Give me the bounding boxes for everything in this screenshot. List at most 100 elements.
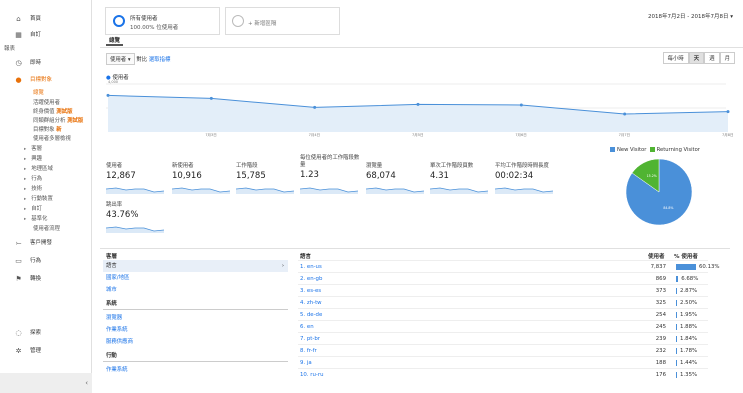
metric-sparkline (106, 187, 164, 194)
metric-5[interactable]: 單次工作階段頁數 4.31 (430, 163, 490, 181)
data-point (106, 93, 110, 97)
sidebar-sub-active-users[interactable]: 活躍使用者 (33, 99, 60, 107)
date-range-picker[interactable]: 2018年7月2日 - 2018年7月8日 ▾ (648, 12, 733, 20)
reports-heading: 報表 (4, 46, 16, 52)
dimension-mobile-os[interactable]: 作業系統 (103, 364, 288, 376)
sidebar-group-interests[interactable]: ▸ 興趣 (24, 155, 42, 164)
metric-sparkline (495, 187, 553, 194)
tab-overview[interactable]: 總覽 (106, 37, 124, 46)
sidebar-group-mobile[interactable]: ▸ 行動裝置 (24, 195, 53, 204)
x-tick-label: 7月8日 (722, 132, 733, 137)
pie-legend: New Visitor Returning Visitor (610, 147, 700, 153)
sidebar-item-discover[interactable]: ◌ 探索 (0, 326, 41, 340)
sidebar-sub-user-explorer[interactable]: 使用者多層檢視 (33, 135, 71, 143)
collapse-sidebar-button[interactable]: ‹ (0, 373, 92, 393)
beta-badge: 測試版 (67, 118, 84, 124)
system-header: 系統 (103, 298, 288, 310)
metric-label: 瀏覽量 (366, 163, 383, 169)
metric-1[interactable]: 新使用者 10,916 (172, 163, 232, 181)
legend-swatch (610, 147, 615, 152)
metric-value: 12,867 (106, 171, 136, 181)
dimension-os[interactable]: 作業系統 (103, 324, 288, 336)
data-point (313, 105, 317, 109)
hourly-button[interactable]: 每小時 (662, 52, 689, 64)
sidebar-item-conversions[interactable]: ⚑ 轉換 (0, 272, 41, 286)
table-row: 8. fr-fr 232 1.78% (298, 344, 708, 356)
sidebar-item-custom[interactable]: ▦ 自訂 (0, 28, 41, 42)
sidebar-group-behavior[interactable]: ▸ 行為 (24, 175, 42, 184)
table-row: 10. ru-ru 176 1.35% (298, 368, 708, 380)
metric-2[interactable]: 工作階段 15,785 (236, 163, 296, 181)
segment-all-users[interactable]: 所有使用者 100.00% 位使用者 (105, 7, 220, 35)
table-row: 1. en-us 7,837 60.13% (298, 260, 720, 272)
pie-slice-label: 15.2% (647, 174, 657, 178)
day-button[interactable]: 天 (688, 52, 705, 64)
sidebar-group-demographics[interactable]: ▸ 客層 (24, 145, 42, 154)
metric-sparkline (430, 187, 488, 194)
dimension-header: 客層 (106, 254, 118, 260)
dimension-browser[interactable]: 瀏覽器 (103, 312, 288, 324)
sidebar-group-custom[interactable]: ▸ 自訂 (24, 205, 42, 214)
sidebar-group-technology[interactable]: ▸ 技術 (24, 185, 42, 194)
users-line-chart: 4,0002,0007月3日7月4日7月5日7月6日7月7日7月8日 (106, 80, 733, 137)
select-metric-link[interactable]: 選取指標 (149, 57, 171, 63)
language-column-header: 語言 (300, 254, 312, 260)
metric-value: 4.31 (430, 171, 449, 181)
metric-6[interactable]: 平均工作階段時間長度 00:02:34 (495, 163, 555, 181)
data-point (209, 96, 213, 100)
sidebar-item-behavior[interactable]: ▭ 行為 (0, 254, 41, 268)
metric-0[interactable]: 使用者 12,867 (106, 163, 166, 181)
x-tick-label: 7月5日 (412, 132, 423, 137)
sidebar-item-home[interactable]: ⌂ 首頁 (0, 12, 41, 26)
metric-7[interactable]: 跳出率 43.76% (106, 202, 166, 220)
sidebar-item-acquisition[interactable]: ⤚ 客戶開發 (0, 236, 52, 250)
dimension-city[interactable]: 城市 (103, 284, 288, 296)
sidebar-item-realtime[interactable]: ◷ 即時 (0, 56, 41, 70)
sidebar-group-benchmarking[interactable]: ▸ 基準化 (24, 215, 47, 224)
pct-bar (676, 336, 677, 342)
metric-label: 每位使用者的工作階段數量 (300, 155, 360, 168)
caret-right-icon: ▸ (24, 147, 27, 152)
dimension-country[interactable]: 國家/地區 (103, 272, 288, 284)
caret-right-icon: ▸ (24, 167, 27, 172)
visitor-pie-chart: 84.8% 15.2% (625, 158, 693, 226)
metric-controls: 使用者 ▾ 對比 選取指標 (106, 53, 170, 65)
chevron-left-icon: ‹ (85, 379, 88, 387)
granularity-toggle: 每小時 天 週 月 (662, 52, 735, 64)
grid-icon: ▦ (15, 31, 22, 39)
metric-select[interactable]: 使用者 ▾ (106, 53, 135, 65)
table-row: 5. de-de 254 1.95% (298, 308, 708, 320)
month-button[interactable]: 月 (719, 52, 735, 64)
sidebar-item-audience[interactable]: ● 目標對象 (0, 73, 52, 87)
language-link[interactable]: 10. ru-ru (300, 369, 324, 381)
metric-4[interactable]: 瀏覽量 68,074 (366, 163, 426, 181)
metric-label: 平均工作階段時間長度 (495, 163, 549, 169)
caret-right-icon: ▸ (24, 207, 27, 212)
caret-right-icon: ▸ (24, 217, 27, 222)
add-segment-icon (232, 15, 244, 27)
sidebar-sub-cohort[interactable]: 同類群組分析 測試版 (33, 117, 83, 125)
week-button[interactable]: 週 (704, 52, 720, 64)
sidebar-sub-audiences[interactable]: 目標對象 新 (33, 126, 62, 134)
dimension-language[interactable]: 語言 › (103, 260, 288, 272)
add-segment-label: + 新增區隔 (248, 21, 277, 27)
legend-swatch (649, 147, 655, 152)
behavior-icon: ▭ (15, 257, 22, 265)
pct-bar (676, 264, 696, 270)
add-segment-button[interactable]: + 新增區隔 (225, 7, 340, 35)
table-row: 2. en-gb 869 6.68% (298, 272, 708, 284)
metric-value: 1.23 (300, 170, 319, 180)
sidebar-sub-lifetime-value[interactable]: 終身價值 測試版 (33, 108, 72, 116)
table-row: 6. en 245 1.88% (298, 320, 708, 332)
metric-sparkline (236, 187, 294, 194)
sidebar-sub-user-flow[interactable]: 使用者流程 (33, 225, 60, 233)
new-badge: 新 (56, 127, 62, 133)
caret-right-icon: ▸ (24, 177, 27, 182)
sidebar-sub-overview[interactable]: 總覽 (33, 89, 44, 97)
sidebar-group-geo[interactable]: ▸ 地理區域 (24, 165, 53, 174)
sidebar-item-admin[interactable]: ✲ 管理 (0, 344, 41, 358)
metric-3[interactable]: 每位使用者的工作階段數量 1.23 (300, 155, 362, 180)
pct-bar (676, 288, 677, 294)
pct-bar (676, 348, 677, 354)
dimension-provider[interactable]: 服務供應商 (103, 336, 288, 348)
